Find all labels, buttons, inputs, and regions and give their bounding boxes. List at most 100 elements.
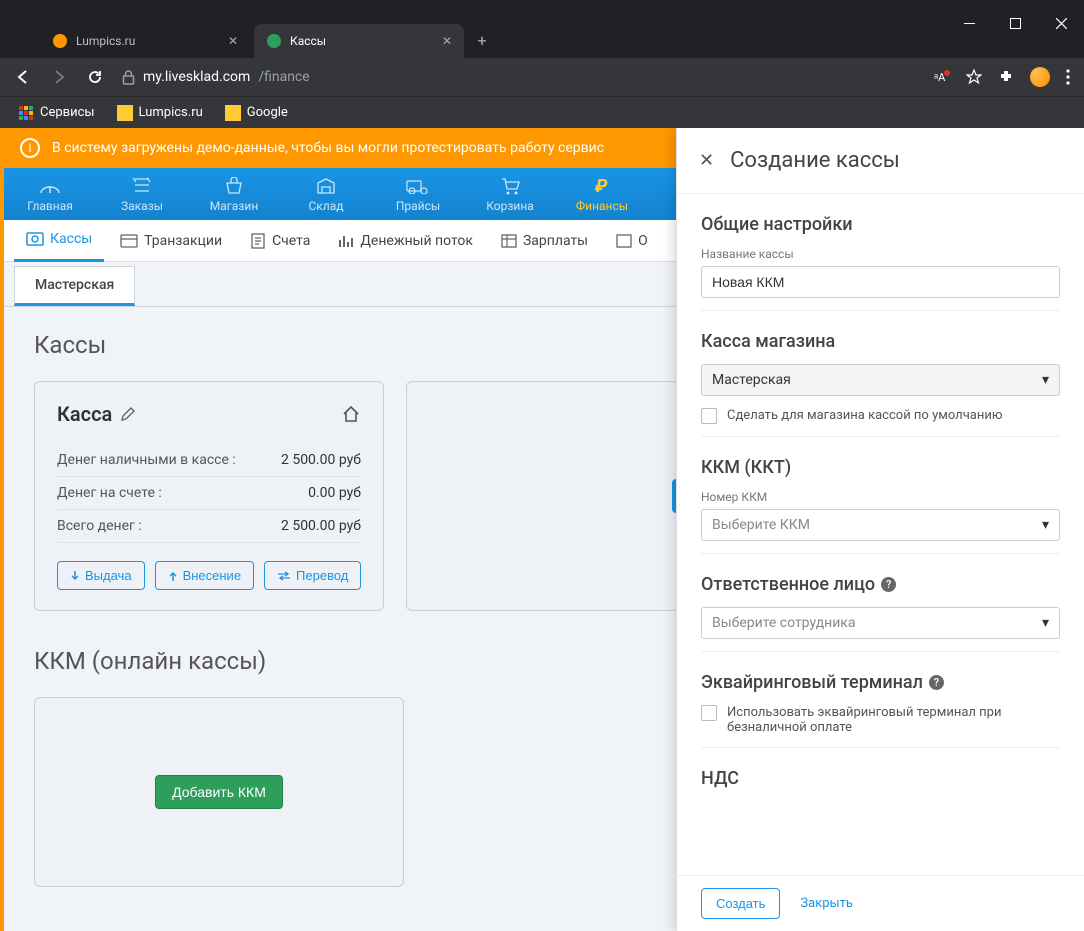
- shop-group: Касса магазина Мастерская▾ Сделать для м…: [701, 311, 1060, 437]
- default-checkbox[interactable]: [701, 408, 717, 424]
- shop-select[interactable]: Мастерская▾: [701, 364, 1060, 396]
- help-icon[interactable]: ?: [929, 675, 944, 690]
- bookmark-apps[interactable]: Сервисы: [18, 105, 95, 121]
- close-panel-button[interactable]: ✕: [699, 150, 714, 171]
- group-title: Касса магазина: [701, 331, 1060, 352]
- url-field[interactable]: my.livesklad.com/finance: [122, 69, 916, 85]
- payout-button[interactable]: Выдача: [57, 561, 145, 590]
- profile-avatar[interactable]: [1030, 67, 1050, 87]
- create-button[interactable]: Создать: [701, 888, 780, 919]
- subnav-kassy[interactable]: Кассы: [14, 220, 104, 262]
- nav-warehouse[interactable]: Склад: [280, 168, 372, 220]
- subnav-accounts[interactable]: Счета: [238, 220, 322, 262]
- browser-titlebar: Lumpics.ru ✕ Кассы ✕ +: [0, 0, 1084, 58]
- nav-prices[interactable]: Прайсы: [372, 168, 464, 220]
- new-tab-button[interactable]: +: [468, 26, 496, 54]
- home-icon: [341, 404, 361, 424]
- row-key: Всего денег :: [57, 518, 142, 534]
- nav-store[interactable]: Магазин: [188, 168, 280, 220]
- panel-footer: Создать Закрыть: [677, 875, 1084, 931]
- name-label: Название кассы: [701, 247, 1060, 261]
- total-row: Всего денег : 2 500.00 руб: [57, 510, 361, 543]
- nav-home[interactable]: Главная: [4, 168, 96, 220]
- panel-header: ✕ Создание кассы: [677, 128, 1084, 194]
- edit-icon[interactable]: [120, 406, 136, 422]
- btn-label: Перевод: [296, 568, 348, 583]
- nav-label: Магазин: [210, 199, 259, 213]
- acquiring-checkbox[interactable]: [701, 705, 717, 721]
- card-title: Касса: [57, 402, 112, 426]
- maximize-button[interactable]: [992, 0, 1038, 46]
- url-host: my.livesklad.com: [143, 69, 250, 85]
- btn-label: Внесение: [183, 568, 241, 583]
- responsible-group: Ответственное лицо ? Выберите сотрудника…: [701, 554, 1060, 652]
- panel-title: Создание кассы: [730, 148, 900, 173]
- tab-title: Кассы: [290, 34, 326, 48]
- chevron-down-icon: ▾: [1042, 615, 1049, 631]
- nav-orders[interactable]: Заказы: [96, 168, 188, 220]
- back-button[interactable]: [14, 68, 32, 86]
- info-icon: i: [20, 138, 40, 158]
- bookmark-label: Сервисы: [40, 105, 95, 120]
- nav-finance[interactable]: ₽Финансы: [556, 168, 648, 220]
- bookmark-google[interactable]: Google: [225, 105, 288, 121]
- reload-button[interactable]: [86, 68, 104, 86]
- nds-group: НДС: [701, 748, 1060, 813]
- transfer-button[interactable]: Перевод: [264, 561, 361, 590]
- extensions-icon[interactable]: [998, 69, 1014, 85]
- shop-tab-workshop[interactable]: Мастерская: [14, 266, 135, 306]
- add-kkm-button[interactable]: Добавить ККМ: [155, 775, 283, 809]
- subnav-label: Кассы: [50, 231, 92, 247]
- group-title: Ответственное лицо ?: [701, 574, 1060, 595]
- app-viewport: i В систему загружены демо-данные, чтобы…: [0, 128, 1084, 931]
- subnav-salary[interactable]: Зарплаты: [489, 220, 600, 262]
- subnav-label: Денежный поток: [360, 233, 473, 249]
- banner-text: В систему загружены демо-данные, чтобы в…: [52, 140, 604, 156]
- select-placeholder: Выберите ККМ: [712, 517, 810, 533]
- deposit-button[interactable]: Внесение: [155, 561, 254, 590]
- subnav-label: Счета: [272, 233, 310, 249]
- bookmark-label: Google: [247, 105, 288, 120]
- close-icon[interactable]: ✕: [228, 34, 238, 48]
- group-title: ККМ (ККТ): [701, 457, 1060, 478]
- select-placeholder: Выберите сотрудника: [712, 615, 856, 631]
- tab-lumpics[interactable]: Lumpics.ru ✕: [40, 24, 250, 58]
- add-kkm-card: Добавить ККМ: [34, 697, 404, 887]
- help-icon[interactable]: ?: [881, 577, 896, 592]
- svg-text:₽: ₽: [594, 177, 608, 195]
- close-icon[interactable]: ✕: [442, 34, 452, 48]
- bookmark-lumpics[interactable]: Lumpics.ru: [117, 105, 203, 121]
- subnav-trans[interactable]: Транзакции: [108, 220, 234, 262]
- row-value: 0.00 руб: [308, 485, 361, 501]
- subnav-label: Транзакции: [144, 233, 222, 249]
- checkbox-label: Использовать эквайринговый терминал при …: [727, 705, 1060, 735]
- close-window-button[interactable]: [1038, 0, 1084, 46]
- subnav-cashflow[interactable]: Денежный поток: [326, 220, 485, 262]
- translate-icon[interactable]: ᵃA: [934, 69, 950, 85]
- subnav-label: О: [638, 233, 648, 249]
- tab-title: Lumpics.ru: [76, 34, 135, 48]
- subnav-label: Зарплаты: [523, 233, 588, 249]
- cash-row: Денег наличными в кассе : 2 500.00 руб: [57, 444, 361, 477]
- acquiring-group: Эквайринговый терминал ? Использовать эк…: [701, 652, 1060, 748]
- nav-label: Заказы: [121, 199, 163, 213]
- minimize-button[interactable]: [946, 0, 992, 46]
- favicon-icon: [52, 33, 68, 49]
- name-input[interactable]: [701, 266, 1060, 298]
- nav-label: Корзина: [486, 199, 534, 213]
- subnav-other[interactable]: О: [604, 220, 660, 262]
- row-key: Денег наличными в кассе :: [57, 452, 236, 468]
- star-icon[interactable]: [966, 69, 982, 85]
- menu-icon[interactable]: [1066, 69, 1070, 85]
- close-link[interactable]: Закрыть: [800, 896, 853, 911]
- kkm-group: ККМ (ККТ) Номер ККМ Выберите ККМ▾: [701, 437, 1060, 554]
- nav-cart[interactable]: Корзина: [464, 168, 556, 220]
- favicon-icon: [266, 33, 282, 49]
- responsible-select[interactable]: Выберите сотрудника ▾: [701, 607, 1060, 639]
- kkm-select[interactable]: Выберите ККМ▾: [701, 509, 1060, 541]
- row-value: 2 500.00 руб: [281, 518, 361, 534]
- address-bar: my.livesklad.com/finance ᵃA: [0, 58, 1084, 96]
- row-value: 2 500.00 руб: [281, 452, 361, 468]
- bookmark-label: Lumpics.ru: [139, 105, 203, 120]
- tab-kassy[interactable]: Кассы ✕: [254, 24, 464, 58]
